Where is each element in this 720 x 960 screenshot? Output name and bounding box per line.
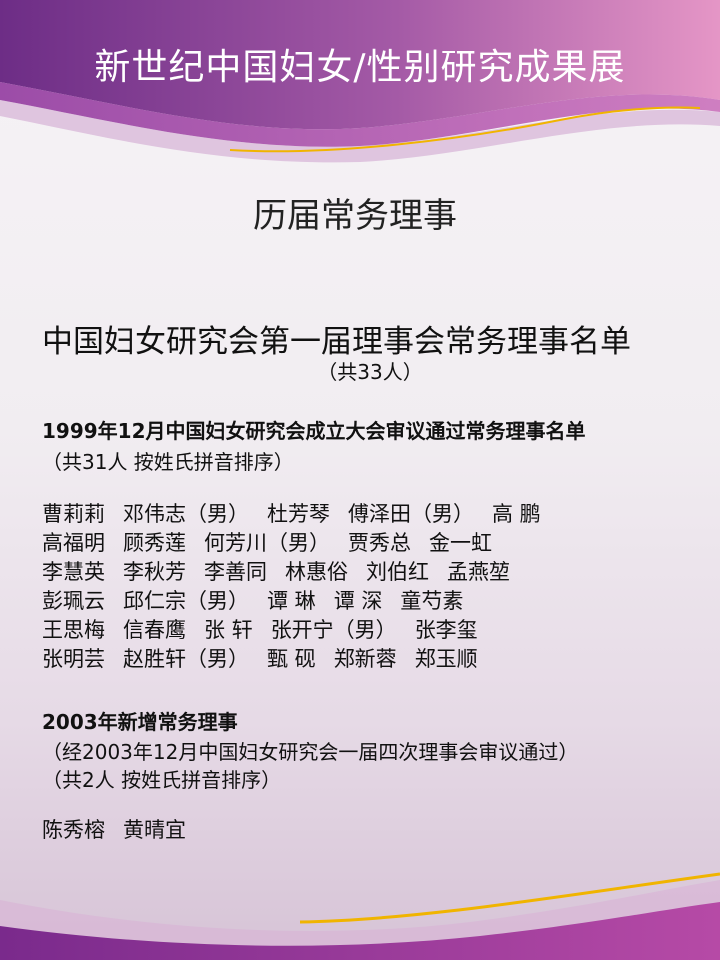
header-banner: 新世纪中国妇女/性别研究成果展	[0, 0, 720, 170]
member-name: 谭 深	[333, 589, 383, 613]
member-name: 张李玺	[414, 618, 478, 642]
member-name: 李秋芳	[123, 560, 186, 584]
member-name: 甄 砚	[267, 647, 316, 671]
member-name: 邱仁宗（男）	[123, 589, 249, 613]
member-name: 张明芸	[42, 647, 105, 671]
member-name: 金一虹	[429, 531, 492, 555]
member-name: 黄晴宜	[123, 818, 186, 842]
name-row: 高福明 顾秀莲 何芳川（男） 贾秀总 金一虹	[42, 529, 541, 558]
name-row: 张明芸 赵胜轩（男） 甄 砚郑新蓉 郑玉顺	[42, 645, 541, 674]
name-row: 彭珮云 邱仁宗（男） 谭 琳谭 深童芍素	[42, 587, 541, 616]
slide-title: 历届常务理事	[253, 196, 457, 236]
main-subtitle: （共33人）	[317, 360, 423, 384]
member-name: 傅泽田（男）	[348, 502, 474, 526]
member-name: 杜芳琴	[267, 502, 330, 526]
name-row: 曹莉莉 邓伟志（男） 杜芳琴 傅泽田（男） 高 鹏	[42, 500, 541, 529]
name-row: 陈秀榕 黄晴宜	[42, 816, 186, 845]
member-name: 张开宁（男）	[270, 618, 397, 642]
section2-note-count: （共2人 按姓氏拼音排序）	[42, 768, 282, 792]
member-name: 高 鹏	[492, 502, 541, 526]
section2-note-approval: （经2003年12月中国妇女研究会一届四次理事会审议通过）	[42, 740, 579, 764]
section2-name-list: 陈秀榕 黄晴宜	[42, 816, 186, 845]
member-name: 曹莉莉	[42, 502, 105, 526]
member-name: 赵胜轩（男）	[123, 647, 249, 671]
member-name: 谭 琳	[267, 589, 316, 613]
member-name: 陈秀榕	[42, 818, 105, 842]
member-name: 顾秀莲	[123, 531, 186, 555]
section1-heading: 1999年12月中国妇女研究会成立大会审议通过常务理事名单	[42, 419, 586, 443]
member-name: 高福明	[42, 531, 105, 555]
member-name: 李善同	[204, 560, 267, 584]
member-name: 邓伟志（男）	[123, 502, 249, 526]
footer-swoosh	[0, 860, 720, 960]
member-name: 刘伯红	[366, 560, 429, 584]
member-name: 郑玉顺	[414, 647, 478, 671]
member-name: 童芍素	[400, 589, 464, 613]
member-name: 林惠俗	[285, 560, 348, 584]
member-name: 郑新蓉	[333, 647, 397, 671]
member-name: 信春鹰	[123, 618, 186, 642]
main-title: 中国妇女研究会第一届理事会常务理事名单	[42, 324, 631, 360]
name-row: 李慧英 李秋芳 李善同 林惠俗 刘伯红 孟燕堃	[42, 558, 541, 587]
member-name: 孟燕堃	[447, 560, 510, 584]
footer-swoosh-graphic	[0, 872, 720, 960]
banner-title: 新世纪中国妇女/性别研究成果展	[94, 47, 626, 88]
member-name: 何芳川（男）	[204, 531, 330, 555]
member-name: 彭珮云	[42, 589, 105, 613]
member-name: 李慧英	[42, 560, 105, 584]
section1-name-list: 曹莉莉 邓伟志（男） 杜芳琴 傅泽田（男） 高 鹏高福明 顾秀莲 何芳川（男） 贾秀总 金一虹李…	[42, 500, 541, 674]
member-name: 王思梅	[42, 618, 105, 642]
section2-heading: 2003年新增常务理事	[42, 710, 238, 734]
member-name: 贾秀总	[348, 531, 411, 555]
section1-note: （共31人 按姓氏拼音排序）	[42, 450, 294, 474]
name-row: 王思梅 信春鹰张 轩张开宁（男） 张李玺	[42, 616, 541, 645]
member-name: 张 轩	[204, 618, 253, 642]
